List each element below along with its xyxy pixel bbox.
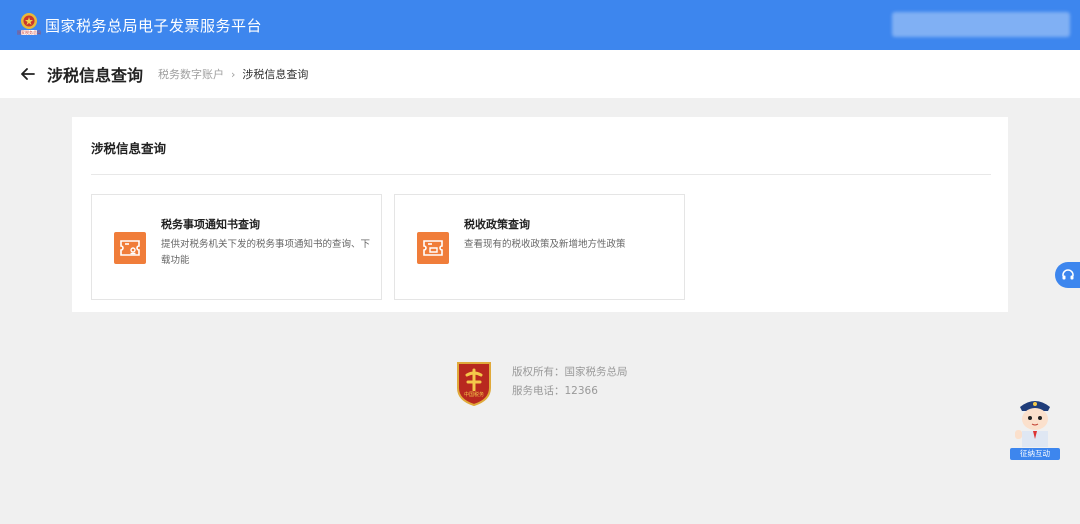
tax-logo-icon: 中国税务 <box>455 360 493 407</box>
main-panel: 涉税信息查询 税务事项通知书查询 提供对税务机关下发的税务事项通知书的查询、下载… <box>72 117 1008 312</box>
user-info-blurred[interactable] <box>892 12 1070 37</box>
platform-title: 国家税务总局电子发票服务平台 <box>45 16 263 35</box>
copyright-text: 版权所有：国家税务总局 <box>512 366 628 378</box>
page-title: 涉税信息查询 <box>47 66 144 85</box>
support-label: 征纳互动 <box>1010 448 1060 460</box>
emblem-caption: 国家税务总局 <box>17 29 41 35</box>
divider <box>91 174 991 175</box>
support-mascot[interactable]: 征纳互动 <box>1010 395 1060 461</box>
breadcrumb-item-current: 涉税信息查询 <box>242 68 309 81</box>
section-title: 涉税信息查询 <box>91 141 167 156</box>
back-arrow-icon[interactable] <box>21 66 37 82</box>
service-card-policy-query[interactable]: 税收政策查询 查看现有的税收政策及新增地方性政策 <box>394 194 685 300</box>
service-description: 查看现有的税收政策及新增地方性政策 <box>464 239 626 250</box>
service-title: 税收政策查询 <box>464 218 530 231</box>
sub-header: 涉税信息查询 税务数字账户 › 涉税信息查询 <box>0 50 1080 98</box>
mascot-icon <box>1015 401 1050 447</box>
document-stamp-icon <box>114 232 146 264</box>
service-card-notice-query[interactable]: 税务事项通知书查询 提供对税务机关下发的税务事项通知书的查询、下载功能 <box>91 194 382 300</box>
breadcrumb: 税务数字账户 › 涉税信息查询 <box>158 66 308 82</box>
breadcrumb-item-tax-account[interactable]: 税务数字账户 <box>158 66 224 82</box>
headset-icon[interactable] <box>1055 262 1080 288</box>
service-title: 税务事项通知书查询 <box>161 218 260 231</box>
national-emblem-icon: 国家税务总局 <box>17 12 41 38</box>
logo-caption: 中国税务 <box>464 391 484 398</box>
service-description: 提供对税务机关下发的税务事项通知书的查询、下载功能 <box>161 239 371 266</box>
top-bar: 国家税务总局 国家税务总局电子发票服务平台 <box>0 0 1080 50</box>
footer-info: 版权所有：国家税务总局 服务电话：12366 <box>512 363 628 401</box>
document-list-icon <box>417 232 449 264</box>
service-phone: 服务电话：12366 <box>512 385 598 397</box>
chevron-right-icon: › <box>231 67 236 81</box>
